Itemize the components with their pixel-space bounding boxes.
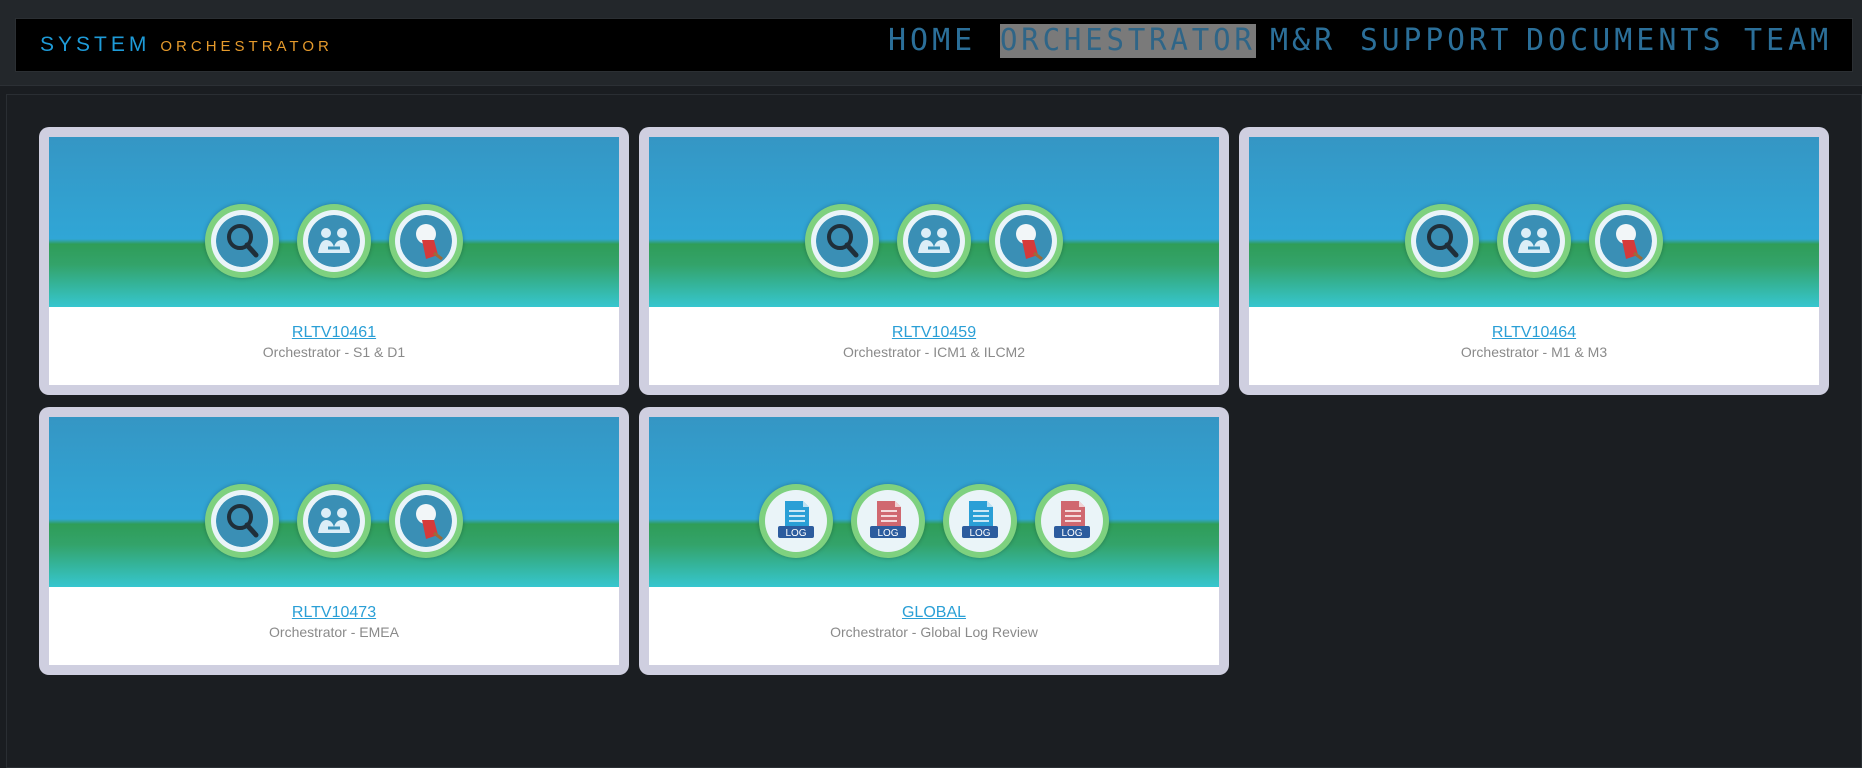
project-card: LOG LOG LOG LOG GLOBAL Orchestrator - Global … xyxy=(639,407,1229,675)
people-icon-glyph xyxy=(908,215,960,267)
magnifier-icon-glyph xyxy=(816,215,868,267)
log-red-icon[interactable]: LOG xyxy=(1035,484,1109,558)
card-subtitle: Orchestrator - ICM1 & ILCM2 xyxy=(842,344,1026,360)
card-title-link[interactable]: RLTV10464 xyxy=(1249,324,1819,342)
magnifier-icon-glyph xyxy=(216,215,268,267)
svg-text:LOG: LOG xyxy=(1061,528,1082,539)
magnifier-icon[interactable] xyxy=(205,204,279,278)
icon-ring xyxy=(1411,210,1473,272)
icon-ring: LOG xyxy=(949,490,1011,552)
map-pin-icon-glyph xyxy=(400,215,452,267)
card-title-link[interactable]: RLTV10459 xyxy=(649,324,1219,342)
nav-item-team[interactable]: TEAM xyxy=(1744,24,1836,58)
card-banner xyxy=(649,137,1219,307)
card-title-link[interactable]: GLOBAL xyxy=(649,604,1219,622)
icon-ring: LOG xyxy=(1041,490,1103,552)
card-subtitle: Orchestrator - M1 & M3 xyxy=(1460,344,1608,360)
log-blue-icon-glyph: LOG xyxy=(954,495,1006,547)
magnifier-icon-glyph xyxy=(216,495,268,547)
nav-item-label: HOME xyxy=(888,24,977,58)
card-body: LOG LOG LOG LOG GLOBAL Orchestrator - Global … xyxy=(649,417,1219,665)
card-banner: LOG LOG LOG LOG xyxy=(649,417,1219,587)
card-banner xyxy=(49,137,619,307)
people-icon[interactable] xyxy=(297,484,371,558)
map-pin-icon[interactable] xyxy=(1589,204,1663,278)
log-red-icon[interactable]: LOG xyxy=(851,484,925,558)
icon-ring: LOG xyxy=(857,490,919,552)
project-card: RLTV10464 Orchestrator - M1 & M3 xyxy=(1239,127,1829,395)
map-pin-icon-glyph xyxy=(1600,215,1652,267)
nav-item-orchestrator[interactable]: ORCHESTRATOR xyxy=(1000,24,1256,58)
map-pin-icon[interactable] xyxy=(389,204,463,278)
icon-ring xyxy=(903,210,965,272)
magnifier-icon[interactable] xyxy=(805,204,879,278)
card-body: RLTV10459 Orchestrator - ICM1 & ILCM2 xyxy=(649,137,1219,385)
log-blue-icon[interactable]: LOG xyxy=(943,484,1017,558)
brand-system: SYSTEM xyxy=(40,33,151,56)
card-body: RLTV10464 Orchestrator - M1 & M3 xyxy=(1249,137,1819,385)
brand-orchestrator: ORCHESTRATOR xyxy=(160,38,333,55)
icon-ring xyxy=(211,210,273,272)
card-icon-row xyxy=(49,204,619,278)
icon-ring xyxy=(395,210,457,272)
nav-item-documents[interactable]: DOCUMENTS xyxy=(1526,24,1726,58)
magnifier-icon-glyph xyxy=(1416,215,1468,267)
icon-ring xyxy=(395,490,457,552)
people-icon[interactable] xyxy=(297,204,371,278)
icon-ring xyxy=(995,210,1057,272)
people-icon-glyph xyxy=(308,215,360,267)
card-subtitle: Orchestrator - EMEA xyxy=(269,624,399,640)
card-subtitle: Orchestrator - S1 & D1 xyxy=(262,344,406,360)
map-pin-icon-glyph xyxy=(400,495,452,547)
map-pin-icon-glyph xyxy=(1000,215,1052,267)
icon-ring: LOG xyxy=(765,490,827,552)
nav-item-label: TEAM xyxy=(1744,24,1833,58)
magnifier-icon[interactable] xyxy=(205,484,279,558)
project-card: RLTV10461 Orchestrator - S1 & D1 xyxy=(39,127,629,395)
map-pin-icon[interactable] xyxy=(389,484,463,558)
icon-ring xyxy=(303,490,365,552)
log-red-icon-glyph: LOG xyxy=(1046,495,1098,547)
people-icon-glyph xyxy=(308,495,360,547)
card-icon-row xyxy=(1249,204,1819,278)
nav-item-support[interactable]: SUPPORT xyxy=(1360,24,1512,58)
main-nav: HOME ORCHESTRATOR M&R SUPPORT DOCUMENTS TEAM xyxy=(880,24,1840,64)
people-icon-glyph xyxy=(1508,215,1560,267)
people-icon[interactable] xyxy=(897,204,971,278)
svg-text:LOG: LOG xyxy=(969,528,990,539)
card-icon-row xyxy=(49,484,619,558)
nav-item-label: DOCUMENTS xyxy=(1526,24,1725,58)
nav-item-home[interactable]: HOME xyxy=(888,24,984,58)
icon-ring xyxy=(1503,210,1565,272)
card-icon-row xyxy=(649,204,1219,278)
icon-ring xyxy=(1595,210,1657,272)
brand-logo[interactable]: SYSTEM ORCHESTRATOR xyxy=(40,33,333,57)
people-icon[interactable] xyxy=(1497,204,1571,278)
svg-text:LOG: LOG xyxy=(877,528,898,539)
card-title-link[interactable]: RLTV10461 xyxy=(49,324,619,342)
log-blue-icon[interactable]: LOG xyxy=(759,484,833,558)
card-subtitle: Orchestrator - Global Log Review xyxy=(830,624,1038,640)
card-banner xyxy=(49,417,619,587)
log-blue-icon-glyph: LOG xyxy=(770,495,822,547)
card-icon-row: LOG LOG LOG LOG xyxy=(649,484,1219,558)
icon-ring xyxy=(811,210,873,272)
card-body: RLTV10473 Orchestrator - EMEA xyxy=(49,417,619,665)
nav-item-label: M&R xyxy=(1270,24,1337,58)
card-title-link[interactable]: RLTV10473 xyxy=(49,604,619,622)
nav-item-label: SUPPORT xyxy=(1360,24,1512,58)
project-card: RLTV10473 Orchestrator - EMEA xyxy=(39,407,629,675)
icon-ring xyxy=(303,210,365,272)
card-banner xyxy=(1249,137,1819,307)
nav-item-label: ORCHESTRATOR xyxy=(1000,24,1256,58)
svg-text:LOG: LOG xyxy=(785,528,806,539)
map-pin-icon[interactable] xyxy=(989,204,1063,278)
magnifier-icon[interactable] xyxy=(1405,204,1479,278)
icon-ring xyxy=(211,490,273,552)
card-body: RLTV10461 Orchestrator - S1 & D1 xyxy=(49,137,619,385)
log-red-icon-glyph: LOG xyxy=(862,495,914,547)
nav-item-m-r[interactable]: M&R xyxy=(1270,24,1346,58)
project-card: RLTV10459 Orchestrator - ICM1 & ILCM2 xyxy=(639,127,1229,395)
